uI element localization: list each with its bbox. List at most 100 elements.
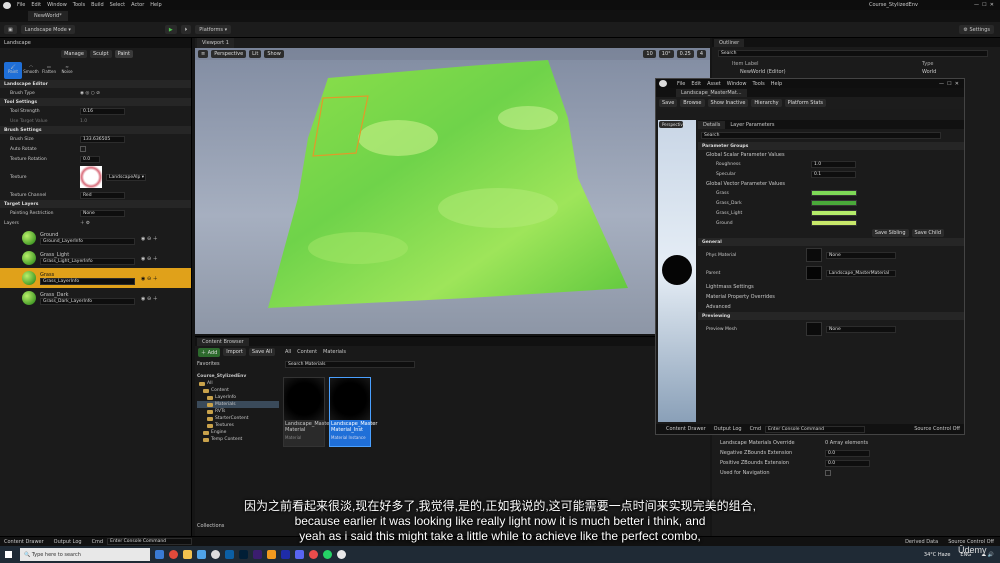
menu-help[interactable]: Help <box>150 2 161 8</box>
camera-speed-value[interactable]: 4 <box>696 50 706 58</box>
brush-type-icons[interactable]: ◉ ◎ ○ ⊘ <box>80 91 100 96</box>
grass-light-color-swatch[interactable] <box>811 210 857 216</box>
layer-row-selected[interactable]: Grass Grass_LayerInfo ◉ ⊖ ＋ <box>0 268 191 288</box>
matwin-source-control[interactable]: Source Control Off <box>914 426 960 432</box>
path-all[interactable]: All <box>285 349 291 355</box>
layer-info-field[interactable]: Grass_Dark_LayerInfo <box>40 297 135 305</box>
matwin-menu-tools[interactable]: Tools <box>752 81 764 87</box>
matwin-menu-help[interactable]: Help <box>771 81 782 87</box>
viewport-tab[interactable]: Viewport 1 <box>197 38 234 48</box>
layer-info-field[interactable]: Grass_Light_LayerInfo <box>40 257 135 265</box>
show-button[interactable]: Show <box>264 50 284 58</box>
platform-stats-button[interactable]: Platform Stats <box>784 99 827 107</box>
matwin-content-drawer[interactable]: Content Drawer <box>666 426 706 432</box>
tree-all[interactable]: All <box>197 380 279 387</box>
tool-settings-section[interactable]: Tool Settings <box>0 98 191 106</box>
layer-parameters-tab[interactable]: Layer Parameters <box>725 121 779 129</box>
blender-icon[interactable] <box>267 550 276 559</box>
save-sibling-button[interactable]: Save Sibling <box>871 229 909 237</box>
file-explorer-icon[interactable] <box>183 550 192 559</box>
tree-startercontent[interactable]: StarterContent <box>197 415 279 422</box>
type-header[interactable]: Type <box>922 61 933 67</box>
menu-select[interactable]: Select <box>110 2 125 8</box>
lit-button[interactable]: Lit <box>249 50 262 58</box>
premiere-icon[interactable] <box>253 550 262 559</box>
tree-layerinfo[interactable]: LayerInfo <box>197 394 279 401</box>
parameter-groups-section[interactable]: Parameter Groups <box>698 142 964 150</box>
matwin-menu-asset[interactable]: Asset <box>707 81 721 87</box>
layer-row[interactable]: Ground Ground_LayerInfo ◉ ⊖ ＋ <box>0 228 191 248</box>
general-section[interactable]: General <box>698 238 964 246</box>
settings-button[interactable]: ⚙ Settings <box>959 25 994 34</box>
texture-dropdown[interactable]: LandscapeAlp ▾ <box>106 173 146 181</box>
save-child-button[interactable]: Save Child <box>911 229 944 237</box>
scalar-group-header[interactable]: Global Scalar Parameter Values <box>698 150 964 159</box>
manage-tab[interactable]: Manage <box>61 50 87 58</box>
preview-mesh-dropdown[interactable]: None <box>826 325 896 333</box>
layer-actions-icon[interactable]: ◉ ⊖ ＋ <box>141 275 158 282</box>
unreal-taskbar-icon[interactable] <box>211 550 220 559</box>
paint-tab[interactable]: Paint <box>114 50 133 58</box>
overrides-section[interactable]: Material Property Overrides <box>698 292 964 302</box>
outliner-world-row[interactable]: NewWorld (Editor) <box>740 69 922 75</box>
scale-snap-value[interactable]: 0.25 <box>676 50 694 58</box>
preview-perspective-button[interactable]: Perspective <box>659 121 685 128</box>
specular-field[interactable]: 0.1 <box>811 170 856 178</box>
level-tab[interactable]: NewWorld* <box>28 11 68 21</box>
window-controls[interactable]: — ☐ ✕ <box>974 2 994 8</box>
path-materials[interactable]: Materials <box>323 349 346 355</box>
brush-texture-thumbnail[interactable] <box>80 166 102 188</box>
details-search-input[interactable]: Search <box>701 132 941 139</box>
layer-info-field[interactable]: Grass_LayerInfo <box>40 277 135 285</box>
menu-build[interactable]: Build <box>91 2 104 8</box>
edge-icon[interactable] <box>197 550 206 559</box>
layer-row[interactable]: Grass_Light Grass_Light_LayerInfo ◉ ⊖ ＋ <box>0 248 191 268</box>
brush-size-field[interactable]: 133.636505 <box>80 135 125 143</box>
pos-zbounds-field[interactable]: 0.0 <box>825 459 870 467</box>
sculpt-tab[interactable]: Sculpt <box>89 50 112 58</box>
matwin-cmd[interactable]: Cmd <box>750 426 762 432</box>
menu-tools[interactable]: Tools <box>73 2 85 8</box>
show-inactive-button[interactable]: Show Inactive <box>707 99 749 107</box>
matwin-browse-button[interactable]: Browse <box>680 99 705 107</box>
task-view-icon[interactable] <box>155 550 164 559</box>
tool-strength-field[interactable]: 0.16 <box>80 107 125 115</box>
navigation-checkbox[interactable] <box>825 470 831 476</box>
photoshop-icon[interactable] <box>239 550 248 559</box>
roughness-field[interactable]: 1.0 <box>811 160 856 168</box>
tree-content[interactable]: Content <box>197 387 279 394</box>
path-content[interactable]: Content <box>297 349 317 355</box>
matwin-console-input[interactable]: Enter Console Command <box>765 425 866 433</box>
phys-material-dropdown[interactable]: None <box>826 251 896 259</box>
mode-dropdown[interactable]: Landscape Mode ▾ <box>20 25 75 34</box>
rotation-snap-value[interactable]: 10° <box>658 50 674 58</box>
matwin-tab[interactable]: Landscape_MasterMat... <box>676 88 747 97</box>
favorites-header[interactable]: Favorites <box>197 361 285 367</box>
grass-color-swatch[interactable] <box>811 190 857 196</box>
chrome-icon[interactable] <box>169 550 178 559</box>
windows-start-icon[interactable] <box>5 551 12 558</box>
tree-rvts[interactable]: RVTs <box>197 408 279 415</box>
grass-dark-color-swatch[interactable] <box>811 200 857 206</box>
youtube-icon[interactable] <box>309 550 318 559</box>
platforms-dropdown[interactable]: Platforms ▾ <box>195 25 232 34</box>
taskbar-search-input[interactable]: 🔍 Type here to search <box>20 548 150 561</box>
texture-rotation-field[interactable]: 0.0 <box>80 155 100 163</box>
details-tab[interactable]: Details <box>698 120 726 129</box>
flatten-tool-button[interactable]: ▭ Flatten <box>40 62 58 79</box>
menu-actor[interactable]: Actor <box>131 2 144 8</box>
add-button[interactable]: ＋ Add <box>198 347 221 357</box>
menu-file[interactable]: File <box>17 2 25 8</box>
paint-tool-button[interactable]: 🖌 Paint <box>4 61 22 79</box>
hierarchy-button[interactable]: Hierarchy <box>751 99 782 107</box>
content-browser-tab[interactable]: Content Browser <box>197 337 249 346</box>
menu-edit[interactable]: Edit <box>31 2 41 8</box>
layer-add-icon[interactable]: ＋ ⚙ <box>80 220 90 226</box>
texture-channel-dropdown[interactable]: Red <box>80 191 125 199</box>
launch-icon[interactable]: ⏵ <box>180 25 192 34</box>
material-preview-viewport[interactable]: Perspective <box>658 120 696 422</box>
lightmass-section[interactable]: Lightmass Settings <box>698 282 964 292</box>
matwin-window-controls[interactable]: — ☐ ✕ <box>939 81 959 87</box>
discord-icon[interactable] <box>295 550 304 559</box>
layer-row[interactable]: Grass_Dark Grass_Dark_LayerInfo ◉ ⊖ ＋ <box>0 288 191 308</box>
